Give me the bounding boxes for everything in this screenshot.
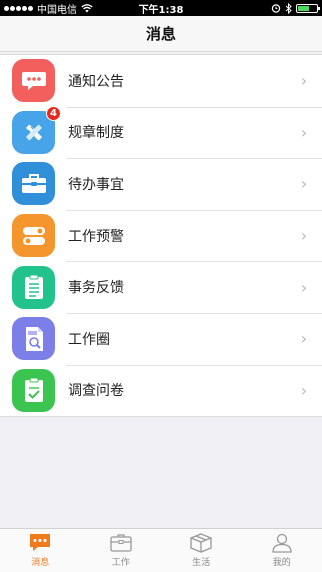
clipboard-icon <box>12 265 55 309</box>
chevron-right-icon: › <box>300 71 308 91</box>
status-bar: 中国电信 下午1:38 <box>0 0 322 16</box>
menu-item-work-circle[interactable]: 工作圈 › <box>0 312 322 365</box>
notification-badge: 4 <box>46 105 61 121</box>
menu-item-label: 调查问卷 <box>68 383 124 400</box>
menu-item-label: 工作圈 <box>68 331 110 348</box>
menu-item-label: 工作预警 <box>68 228 124 245</box>
toggle-icon <box>12 214 55 258</box>
chevron-right-icon: › <box>300 226 308 246</box>
menu-item-notices[interactable]: 通知公告 › <box>0 55 322 107</box>
status-right <box>271 2 320 14</box>
chevron-right-icon: › <box>300 277 308 297</box>
toolbox-icon <box>12 162 55 206</box>
tab-messages[interactable]: 消息 <box>0 529 81 572</box>
chevron-right-icon: › <box>300 380 308 400</box>
menu-item-label: 通知公告 <box>68 73 124 90</box>
alarm-icon <box>271 4 281 13</box>
chevron-right-icon: › <box>300 329 308 349</box>
chevron-right-icon: › <box>300 174 308 194</box>
jobs-search-icon <box>12 317 55 361</box>
menu-item-todo[interactable]: 待办事宜 › <box>0 158 322 210</box>
menu-item-regulations[interactable]: 4 规章制度 › <box>0 105 322 159</box>
menu-item-label: 事务反馈 <box>68 280 124 297</box>
bluetooth-icon <box>285 2 292 14</box>
pencil-ruler-icon: 4 <box>12 105 61 154</box>
briefcase-icon <box>110 534 132 552</box>
tab-label: 工作 <box>111 558 130 568</box>
tab-work[interactable]: 工作 <box>81 529 162 572</box>
battery-icon <box>296 3 320 13</box>
chat-bubble-icon <box>12 59 55 103</box>
tab-label: 我的 <box>272 558 291 568</box>
checklist-icon <box>12 368 55 412</box>
carrier-label: 中国电信 <box>37 4 77 16</box>
box-icon <box>190 533 212 553</box>
tab-label: 生活 <box>192 558 211 568</box>
page-title: 消息 <box>145 25 176 43</box>
status-left: 中国电信 <box>4 1 271 16</box>
menu-item-label: 规章制度 <box>68 125 124 142</box>
message-icon <box>30 534 51 551</box>
tab-label: 消息 <box>31 558 50 568</box>
tab-mine[interactable]: 我的 <box>242 529 322 572</box>
signal-icon <box>4 5 33 11</box>
person-icon <box>272 533 292 553</box>
wifi-icon <box>81 3 93 12</box>
menu-item-feedback[interactable]: 事务反馈 › <box>0 261 322 313</box>
menu-list: 通知公告 › 4 规章制度 › 待办事宜 › 工作预警 › 事务反馈 › 工作圈… <box>0 54 322 418</box>
menu-item-warnings[interactable]: 工作预警 › <box>0 209 322 262</box>
menu-item-label: 待办事宜 <box>68 176 124 193</box>
tab-bar: 消息 工作 生活 我的 <box>0 528 322 572</box>
tab-life[interactable]: 生活 <box>161 529 242 572</box>
nav-bar: 消息 <box>0 16 322 52</box>
chevron-right-icon: › <box>300 122 308 142</box>
menu-item-survey[interactable]: 调查问卷 › <box>0 364 322 417</box>
